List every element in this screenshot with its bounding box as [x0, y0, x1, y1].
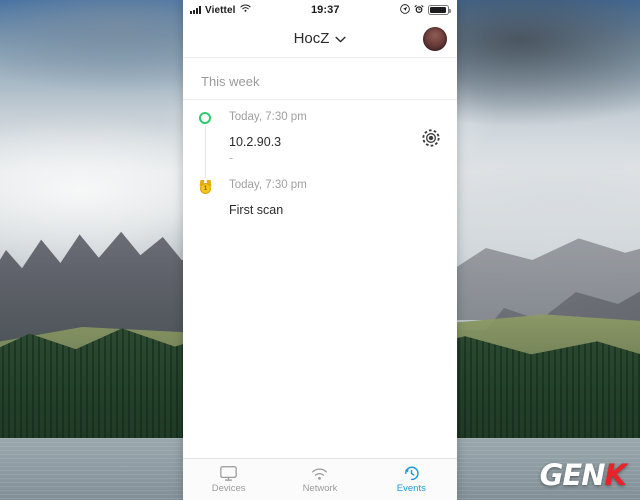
clock-rewind-icon: [402, 465, 421, 482]
tab-network-label: Network: [302, 482, 338, 494]
tab-network[interactable]: Network: [274, 466, 365, 494]
carrier-label: Viettel: [205, 4, 236, 16]
alarm-clock-icon: [414, 4, 424, 17]
event-timestamp: Today, 7:30 pm: [229, 179, 307, 191]
nav-bar: HocZ: [183, 20, 457, 58]
wifi-icon: [239, 4, 251, 16]
nav-title-label: HocZ: [293, 30, 330, 47]
green-circle-icon: [199, 112, 211, 124]
medal-badge-icon: 1: [199, 180, 212, 194]
timeline: Today, 7:30 pm 10.2.90.3 - 1 Today, 7:30…: [183, 100, 457, 236]
event-body: First scan: [229, 192, 441, 236]
event-timestamp: Today, 7:30 pm: [229, 111, 307, 123]
battery-icon: [428, 5, 451, 15]
event-item[interactable]: 1 Today, 7:30 pm First scan: [183, 178, 457, 236]
scan-radar-icon[interactable]: [421, 128, 441, 148]
status-bar: Viettel 19:37: [183, 0, 457, 20]
event-body: 10.2.90.3 -: [229, 124, 441, 184]
genk-watermark: GENK: [539, 458, 628, 492]
status-bar-right: [400, 3, 451, 17]
tab-devices-label: Devices: [211, 483, 246, 494]
cellular-signal-icon: [190, 6, 201, 14]
tab-devices[interactable]: Devices: [183, 465, 274, 494]
monitor-icon: [219, 465, 238, 482]
events-list: This week Today, 7:30 pm 10.2.90.3 - 1 T…: [183, 58, 457, 458]
avatar[interactable]: [423, 26, 447, 51]
watermark-k: K: [604, 458, 628, 492]
tab-events[interactable]: Events: [366, 465, 457, 494]
event-ip-address: 10.2.90.3: [229, 135, 282, 149]
status-bar-left: Viettel: [190, 4, 251, 16]
phone-screenshot-panel: Viettel 19:37 HocZ This week Today, 7:30…: [183, 0, 457, 500]
section-header-this-week: This week: [183, 58, 457, 100]
event-device-name: -: [229, 151, 234, 165]
bottom-tab-bar: Devices Network Events: [183, 458, 457, 500]
status-bar-time: 19:37: [310, 4, 340, 16]
tab-events-label: Events: [396, 483, 426, 494]
wifi-icon: [310, 466, 329, 482]
watermark-gen: GEN: [539, 458, 606, 492]
chevron-down-icon: [335, 30, 346, 47]
event-item[interactable]: Today, 7:30 pm 10.2.90.3 -: [183, 110, 457, 184]
event-title: First scan: [229, 203, 284, 217]
network-selector[interactable]: HocZ: [294, 30, 347, 47]
timeline-connector: [204, 126, 206, 178]
location-arrow-icon: [400, 3, 410, 17]
